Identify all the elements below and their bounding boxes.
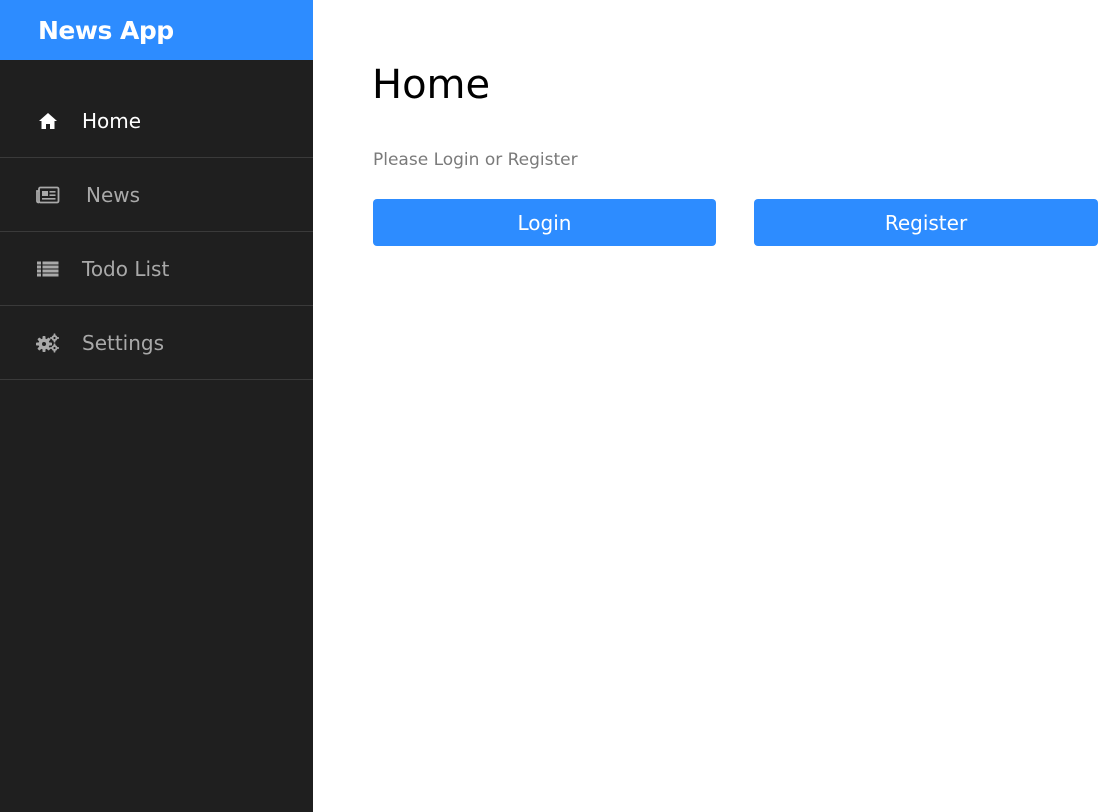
sidebar-item-settings[interactable]: Settings: [0, 306, 313, 380]
brand-header: News App: [0, 0, 313, 60]
sidebar-item-news[interactable]: News: [0, 158, 313, 232]
app-window: News App Home News Todo List Settings Ho…: [0, 0, 1116, 812]
sidebar: News App Home News Todo List Settings: [0, 0, 313, 812]
app-title: News App: [38, 15, 174, 45]
register-button[interactable]: Register: [754, 199, 1098, 246]
sidebar-nav: Home News Todo List Settings: [0, 84, 313, 380]
newspaper-icon: [36, 185, 60, 205]
sidebar-item-label: Settings: [82, 330, 165, 355]
gears-icon: [36, 333, 60, 353]
sidebar-item-todo-list[interactable]: Todo List: [0, 232, 313, 306]
sidebar-item-label: Todo List: [82, 256, 170, 281]
sidebar-item-home[interactable]: Home: [0, 84, 313, 158]
login-prompt-text: Please Login or Register: [373, 150, 578, 170]
main-content: Home Please Login or Register Login Regi…: [313, 0, 1116, 812]
login-button[interactable]: Login: [373, 199, 716, 246]
sidebar-item-label: Home: [82, 108, 142, 133]
page-title: Home: [372, 62, 491, 108]
list-icon: [36, 259, 60, 279]
home-icon: [36, 111, 60, 131]
sidebar-item-label: News: [86, 182, 141, 207]
